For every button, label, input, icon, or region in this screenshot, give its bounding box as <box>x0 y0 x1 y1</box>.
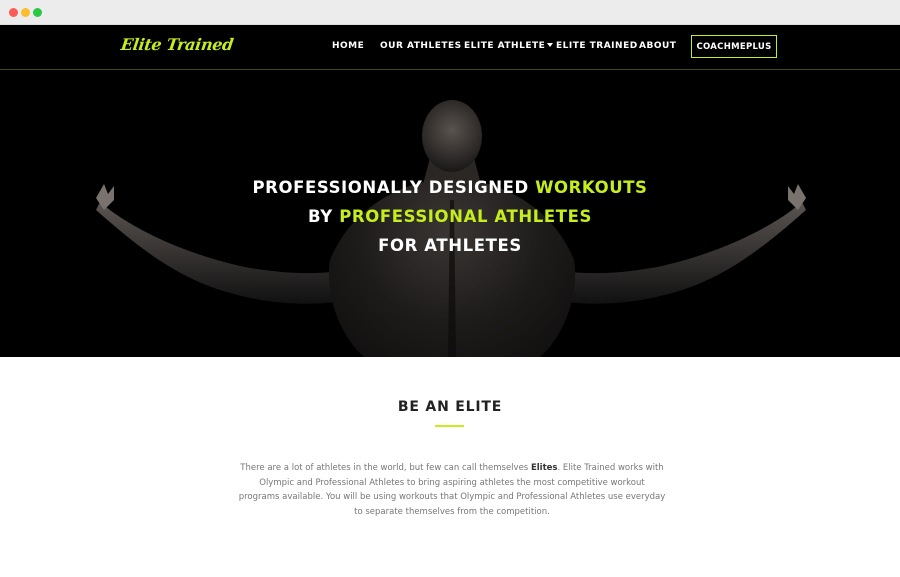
hero-headline-line-2: BY PROFESSIONAL ATHLETES <box>0 207 900 226</box>
hero-line-1-highlight: WORKOUTS <box>535 178 648 197</box>
brand-logo[interactable]: Elite Trained <box>120 35 235 54</box>
nav-our-athletes[interactable]: OUR ATHLETES <box>380 41 462 51</box>
minimize-window-dot[interactable] <box>21 8 30 17</box>
hero-line-2-highlight: PROFESSIONAL ATHLETES <box>339 207 592 226</box>
coachmeplus-button[interactable]: COACHMEPLUS <box>691 35 777 58</box>
section-title: BE AN ELITE <box>397 399 503 415</box>
title-underline <box>435 425 464 427</box>
body-text-bold: Elites <box>530 463 558 473</box>
browser-chrome <box>0 0 900 25</box>
body-text-part-1: There are a lot of athletes in the world… <box>240 463 531 473</box>
hero-line-1-text: PROFESSIONALLY DESIGNED <box>252 178 536 197</box>
hero-line-2-text: BY <box>308 207 340 226</box>
nav-about[interactable]: ABOUT <box>639 41 676 51</box>
hero-banner: PROFESSIONALLY DESIGNED WORKOUTS BY PROF… <box>0 70 900 357</box>
hero-headline-line-3: FOR ATHLETES <box>378 236 522 255</box>
section-body-text: There are a lot of athletes in the world… <box>238 461 666 519</box>
nav-elite-athlete[interactable]: ELITE ATHLETE <box>464 41 554 51</box>
nav-home[interactable]: HOME <box>332 41 364 51</box>
close-window-dot[interactable] <box>9 8 18 17</box>
caret-down-icon <box>547 42 554 47</box>
nav-elite-athlete-label: ELITE ATHLETE <box>464 41 546 51</box>
navbar: Elite Trained HOME OUR ATHLETES ELITE AT… <box>0 25 900 70</box>
hero-headline-line-1: PROFESSIONALLY DESIGNED WORKOUTS <box>0 178 900 197</box>
be-an-elite-section: BE AN ELITE There are a lot of athletes … <box>0 357 900 577</box>
maximize-window-dot[interactable] <box>33 8 42 17</box>
nav-elite-trained[interactable]: ELITE TRAINED <box>556 41 638 51</box>
